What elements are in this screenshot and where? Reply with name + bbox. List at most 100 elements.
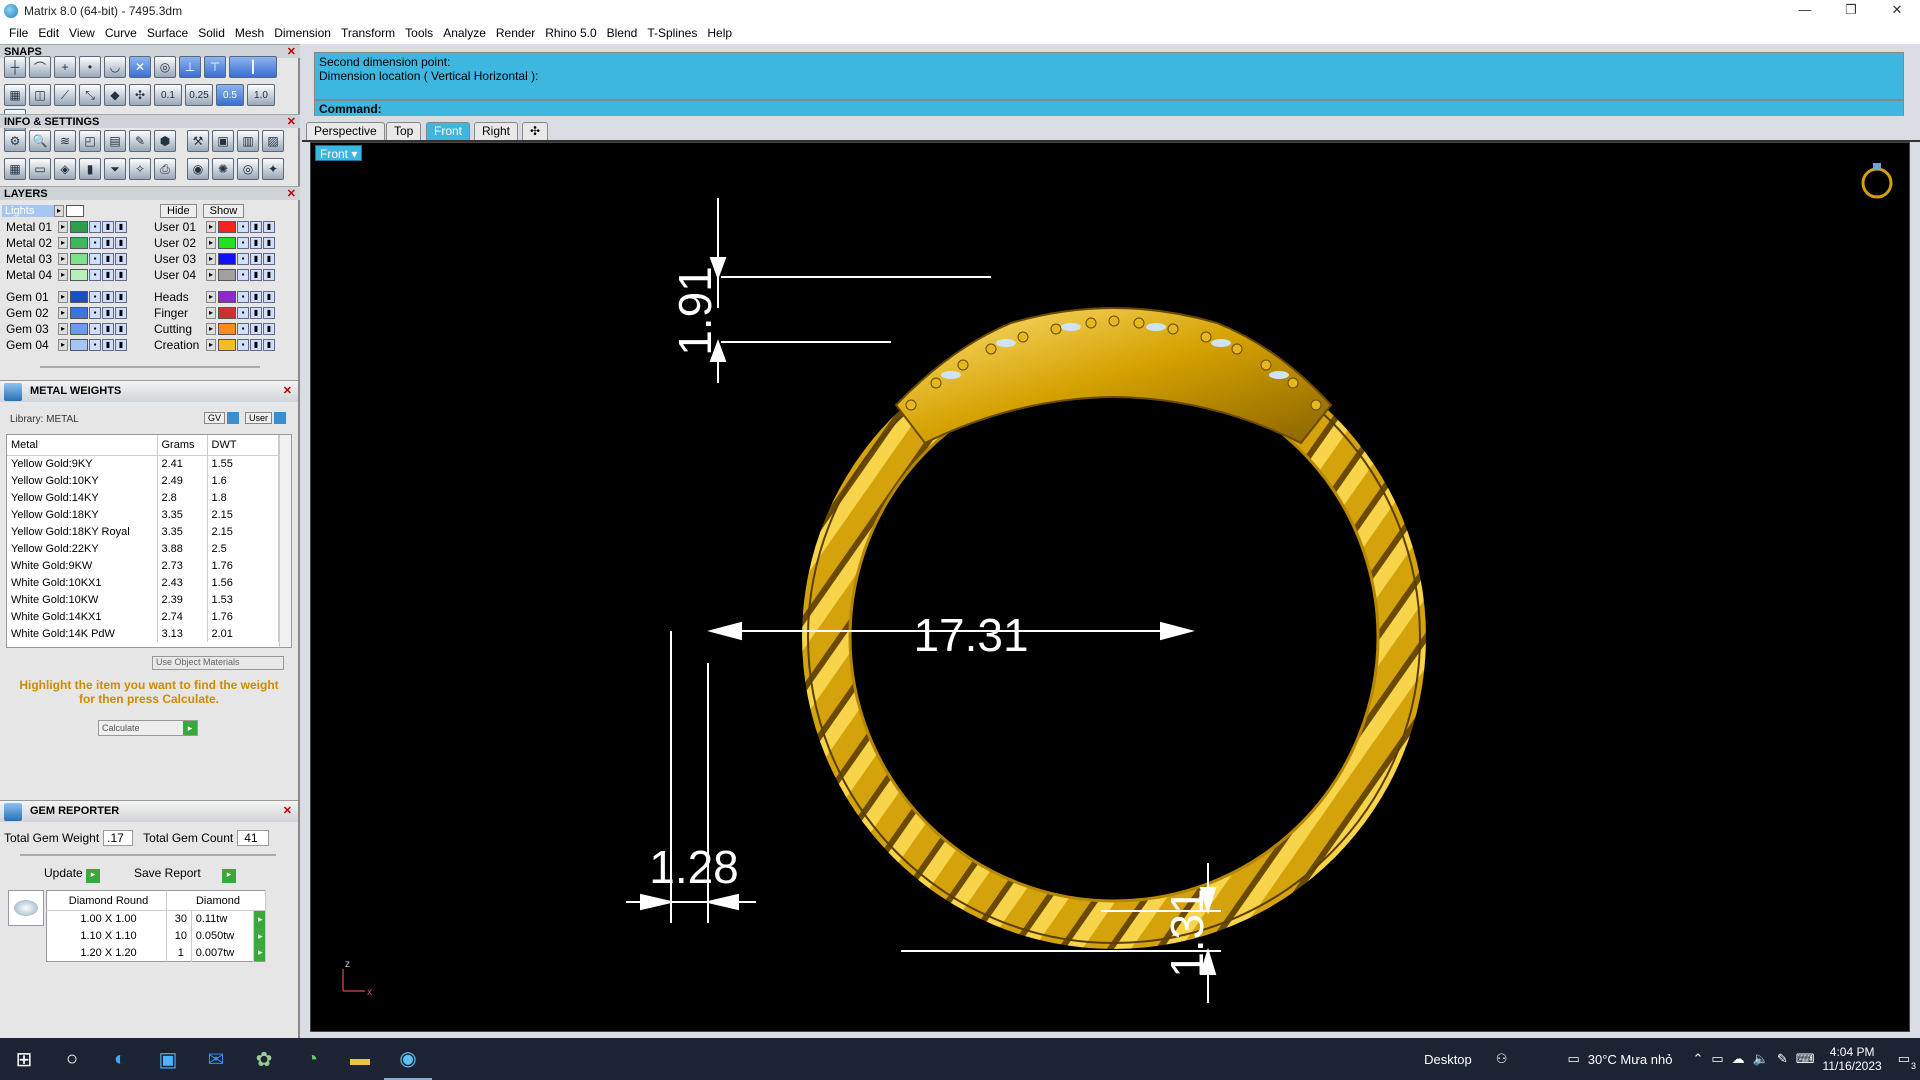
volume-icon[interactable]: 🔈: [1753, 1051, 1769, 1067]
layer-select-icon[interactable]: ▮: [115, 221, 127, 233]
layer-name[interactable]: Metal 01: [2, 220, 58, 234]
front-viewport[interactable]: Front ▾ 17.31 1.91 1.28 1.31 z x: [310, 142, 1910, 1032]
window-icon[interactable]: ▭: [29, 158, 51, 180]
layer-row[interactable]: User 01 ▸ ▪ ▮ ▮: [150, 220, 275, 234]
hide-button[interactable]: Hide: [160, 204, 197, 218]
planar-icon[interactable]: ⟋: [54, 84, 76, 106]
layer-arrow-icon[interactable]: ▸: [206, 269, 216, 281]
show-button[interactable]: Show: [202, 204, 245, 218]
snap-cen-icon[interactable]: ◡: [104, 56, 126, 78]
menu-tools[interactable]: Tools: [400, 26, 438, 40]
layer-name[interactable]: Gem 04: [2, 338, 58, 352]
lights-arrow-icon[interactable]: ▸: [54, 205, 64, 217]
layer-visible-icon[interactable]: ▮: [102, 307, 114, 319]
clock[interactable]: 4:04 PM 11/16/2023: [1823, 1045, 1882, 1073]
layer-lock-icon[interactable]: ▪: [237, 269, 249, 281]
layer-arrow-icon[interactable]: ▸: [58, 269, 68, 281]
menu-analyze[interactable]: Analyze: [438, 26, 491, 40]
layer-name[interactable]: Metal 04: [2, 268, 58, 282]
app-icon-3[interactable]: ◔: [288, 1038, 336, 1080]
menu-file[interactable]: File: [4, 26, 33, 40]
gem-go-icon[interactable]: ▸: [253, 927, 266, 945]
menu-curve[interactable]: Curve: [100, 26, 142, 40]
gem-row[interactable]: 1.00 X 1.00 30 0.11tw ▸: [46, 910, 266, 928]
menu-solid[interactable]: Solid: [193, 26, 230, 40]
layer-lock-icon[interactable]: ▪: [89, 221, 101, 233]
box-icon[interactable]: ◰: [79, 130, 101, 152]
start-icon[interactable]: ⊞: [0, 1038, 48, 1080]
gem-go-icon[interactable]: ▸: [253, 910, 266, 928]
layer-row[interactable]: Cutting ▸ ▪ ▮ ▮: [150, 322, 275, 336]
light-icon[interactable]: ✺: [212, 158, 234, 180]
use-object-materials-checkbox[interactable]: Use Object Materials: [152, 656, 284, 670]
snap-near-icon[interactable]: ⌒: [29, 56, 51, 78]
layer-name[interactable]: User 03: [150, 252, 206, 266]
search-icon[interactable]: 🔍: [29, 130, 51, 152]
layer-row[interactable]: Gem 04 ▸ ▪ ▮ ▮: [2, 338, 127, 352]
layer-color-swatch[interactable]: [70, 339, 88, 351]
layer-row[interactable]: Gem 02 ▸ ▪ ▮ ▮: [2, 306, 127, 320]
layer-row[interactable]: Finger ▸ ▪ ▮ ▮: [150, 306, 275, 320]
layer-select-icon[interactable]: ▮: [263, 237, 275, 249]
layer-visible-icon[interactable]: ▮: [250, 253, 262, 265]
layer-row[interactable]: Metal 04 ▸ ▪ ▮ ▮: [2, 268, 127, 282]
layer-color-swatch[interactable]: [70, 221, 88, 233]
settings-icon[interactable]: ⚙: [4, 130, 26, 152]
layer-select-icon[interactable]: ▮: [115, 269, 127, 281]
matrix-taskbar-icon[interactable]: ◉: [384, 1038, 432, 1080]
gem-go-icon[interactable]: ▸: [253, 944, 266, 962]
layer-arrow-icon[interactable]: ▸: [58, 221, 68, 233]
menu-rhino[interactable]: Rhino 5.0: [540, 26, 601, 40]
metal-row[interactable]: Yellow Gold:14KY 2.8 1.8: [7, 489, 279, 506]
layer-visible-icon[interactable]: ▮: [250, 339, 262, 351]
snap-mid-icon[interactable]: •: [79, 56, 101, 78]
layer-name[interactable]: Metal 03: [2, 252, 58, 266]
layer-color-swatch[interactable]: [70, 253, 88, 265]
layer-color-swatch[interactable]: [218, 291, 236, 303]
layer-name[interactable]: Creation: [150, 338, 206, 352]
layer-color-swatch[interactable]: [70, 323, 88, 335]
layer-name[interactable]: User 01: [150, 220, 206, 234]
tab-top[interactable]: Top: [386, 122, 422, 140]
layer-lock-icon[interactable]: ▪: [89, 237, 101, 249]
layer-color-swatch[interactable]: [218, 307, 236, 319]
camera-icon[interactable]: ◎: [237, 158, 259, 180]
menu-surface[interactable]: Surface: [142, 26, 193, 40]
layout-icon[interactable]: ▦: [4, 158, 26, 180]
layer-visible-icon[interactable]: ▮: [102, 221, 114, 233]
layer-arrow-icon[interactable]: ▸: [206, 307, 216, 319]
project-icon[interactable]: ◆: [104, 84, 126, 106]
layer-select-icon[interactable]: ▮: [115, 253, 127, 265]
people-icon[interactable]: ⚇: [1496, 1051, 1508, 1067]
calc-icon[interactable]: ▣: [212, 130, 234, 152]
gem-reporter-close-icon[interactable]: ✕: [283, 801, 292, 821]
layer-name[interactable]: Gem 01: [2, 290, 58, 304]
tools-icon[interactable]: ⚒: [187, 130, 209, 152]
metal-row[interactable]: White Gold:14K PdW 3.13 2.01: [7, 625, 279, 642]
step-value-1[interactable]: 0.1: [154, 84, 182, 106]
layer-color-swatch[interactable]: [218, 237, 236, 249]
layer-lock-icon[interactable]: ▪: [237, 339, 249, 351]
layer-visible-icon[interactable]: ▮: [250, 221, 262, 233]
layer-select-icon[interactable]: ▮: [115, 237, 127, 249]
mail-icon[interactable]: ✉: [192, 1038, 240, 1080]
layer-row[interactable]: Gem 01 ▸ ▪ ▮ ▮: [2, 290, 127, 304]
layer-lock-icon[interactable]: ▪: [89, 269, 101, 281]
layer-lock-icon[interactable]: ▪: [89, 323, 101, 335]
layer-color-swatch[interactable]: [70, 237, 88, 249]
layer-lock-icon[interactable]: ▪: [89, 339, 101, 351]
layer-lock-icon[interactable]: ▪: [237, 291, 249, 303]
filter-icon[interactable]: ⏷: [104, 158, 126, 180]
layer-name[interactable]: Gem 02: [2, 306, 58, 320]
add-tab-icon[interactable]: ✣: [522, 122, 549, 140]
layer-color-swatch[interactable]: [218, 253, 236, 265]
layer-visible-icon[interactable]: ▮: [102, 339, 114, 351]
layer-row[interactable]: Metal 01 ▸ ▪ ▮ ▮: [2, 220, 127, 234]
ortho-icon[interactable]: ◫: [29, 84, 51, 106]
store-icon[interactable]: ▣: [144, 1038, 192, 1080]
snap-end-icon[interactable]: ┼: [4, 56, 26, 78]
metal-row[interactable]: Yellow Gold:22KY 3.88 2.5: [7, 540, 279, 557]
gem-row[interactable]: 1.20 X 1.20 1 0.007tw ▸: [46, 944, 266, 962]
layer-visible-icon[interactable]: ▮: [250, 237, 262, 249]
print-icon[interactable]: ⎙: [154, 158, 176, 180]
